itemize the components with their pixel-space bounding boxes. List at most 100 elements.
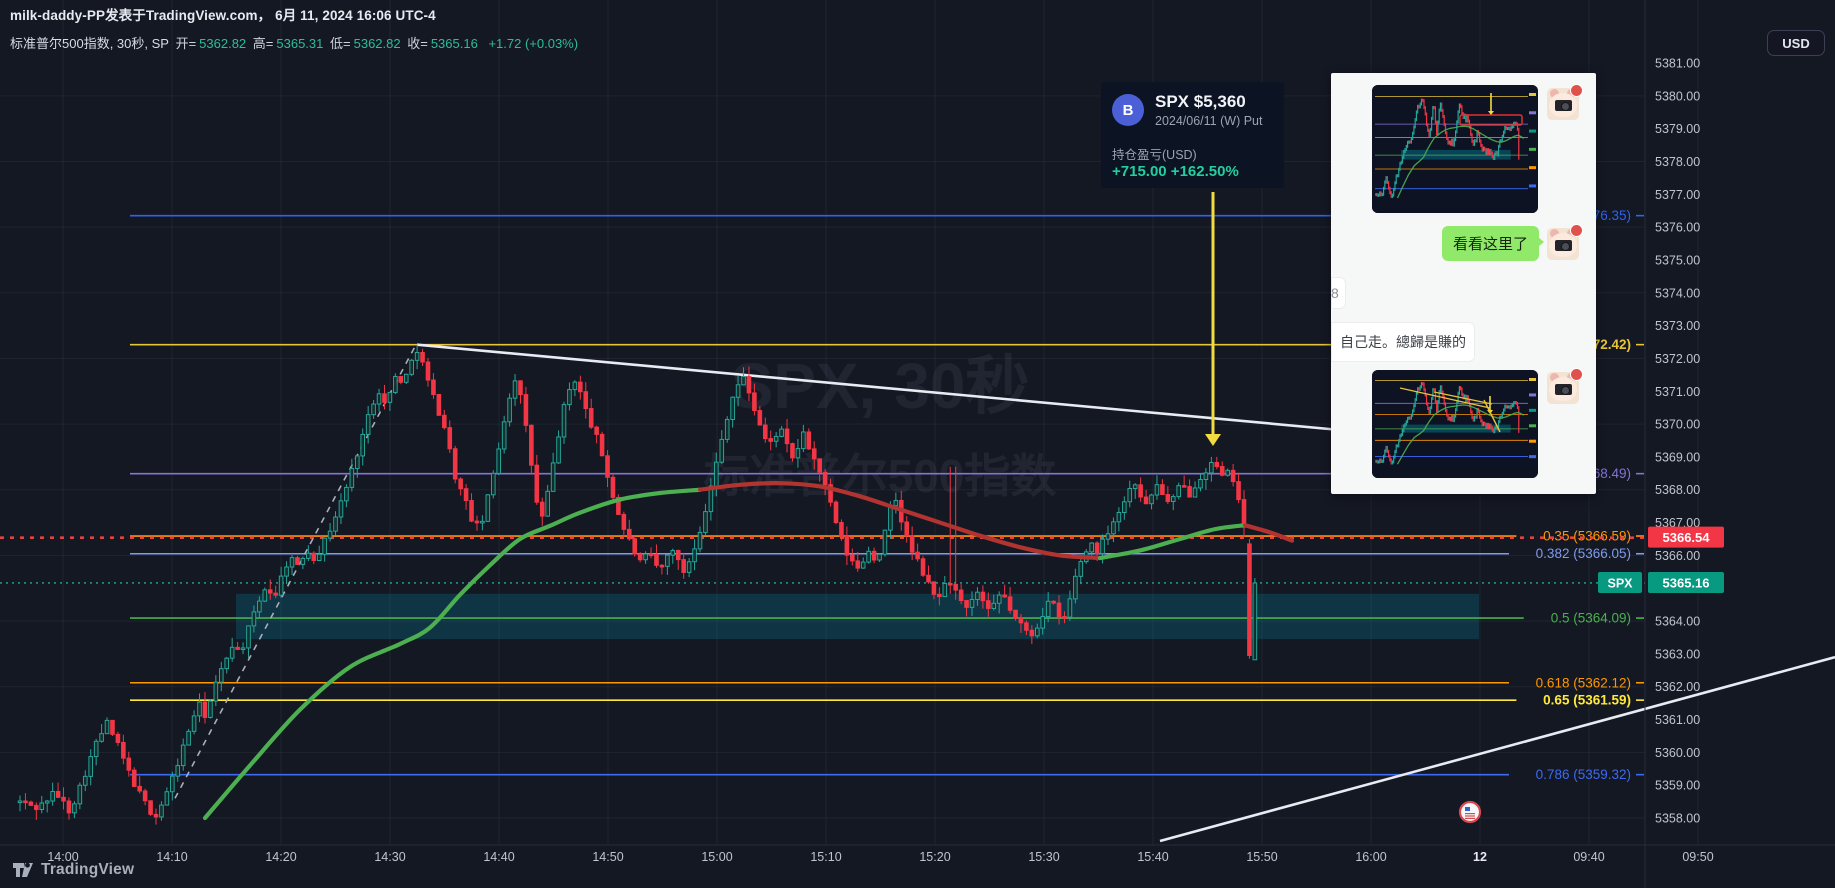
svg-text:5361.00: 5361.00 (1655, 713, 1700, 727)
svg-text:14:10: 14:10 (156, 850, 187, 864)
legend-open-value: 5362.82 (199, 36, 247, 51)
svg-text:SPX: SPX (1607, 576, 1633, 590)
svg-text:15:20: 15:20 (919, 850, 950, 864)
svg-text:14:50: 14:50 (592, 850, 623, 864)
svg-text:5381.00: 5381.00 (1655, 57, 1700, 71)
svg-text:5366.54: 5366.54 (1663, 530, 1711, 545)
svg-text:16:00: 16:00 (1355, 850, 1386, 864)
chat-chart-thumbnail-1[interactable] (1372, 85, 1538, 213)
svg-text:5364.00: 5364.00 (1655, 615, 1700, 629)
avatar[interactable] (1547, 84, 1583, 120)
tradingview-attribution[interactable]: TradingView (12, 860, 134, 880)
symbol-legend[interactable]: 标准普尔500指数, 30秒, SP 开= 5362.82 高= 5365.31 低… (10, 33, 581, 52)
price-axis[interactable]: 5381.00 5380.00 5379.00 5378.00 5377.00 5376.… (1655, 57, 1700, 826)
broker-badge: B (1112, 94, 1144, 126)
legend-close-label: 收= (407, 36, 428, 51)
svg-text:5366.00: 5366.00 (1655, 549, 1700, 563)
avatar[interactable] (1547, 224, 1583, 260)
svg-text:5375.00: 5375.00 (1655, 253, 1700, 267)
legend-high-value: 5365.31 (276, 36, 324, 51)
fib-label-0.5: 0.5 (5364.09) (1551, 611, 1631, 626)
camera-lens-icon (1561, 386, 1570, 395)
svg-text:5372.00: 5372.00 (1655, 352, 1700, 366)
spx-symbol-chip: SPX (1598, 571, 1642, 593)
chat-message-bubble[interactable]: 自己走。總歸是賺的 (1331, 322, 1475, 362)
time-axis[interactable]: 14:00 14:10 14:20 14:30 14:40 14:50 15:00 15:10… (47, 850, 1713, 864)
fib-label-0.618: 0.618 (5362.12) (1536, 675, 1631, 690)
white-uptrend-line[interactable] (1159, 655, 1835, 843)
chat-chart-thumbnail-2[interactable] (1372, 370, 1538, 478)
chat-overlay-panel: 看看这里了 8 自己走。總歸是賺的 (1331, 73, 1596, 494)
svg-text:标准普尔500指数: 标准普尔500指数 (704, 450, 1057, 502)
svg-text:5362.00: 5362.00 (1655, 680, 1700, 694)
avatar-badge (1570, 224, 1583, 237)
svg-text:SPX, 30秒: SPX, 30秒 (731, 350, 1030, 422)
tradingview-chart-window: SPX, 30秒标准普尔500指数-0.236 (5376.35)0 (5372… (0, 0, 1835, 888)
camera-lens-icon (1561, 242, 1570, 251)
fib-label-0.65: 0.65 (5361.59) (1543, 693, 1631, 708)
legend-close-value: 5365.16 (430, 36, 478, 51)
svg-text:15:00: 15:00 (701, 850, 732, 864)
dashed-uptrend-line[interactable] (174, 344, 417, 799)
legend-low-value: 5362.82 (353, 36, 401, 51)
svg-text:5371.00: 5371.00 (1655, 385, 1700, 399)
moving-average-line (202, 487, 703, 821)
svg-text:15:50: 15:50 (1246, 850, 1277, 864)
callout-title: SPX $5,360 (1155, 92, 1246, 111)
svg-text:5370.00: 5370.00 (1655, 418, 1700, 432)
svg-text:5359.00: 5359.00 (1655, 779, 1700, 793)
annotation-arrow-head (1205, 434, 1221, 446)
avatar[interactable] (1547, 368, 1583, 404)
thumbnail-chart-image (1372, 85, 1538, 213)
chat-message-bubble-clipped[interactable]: 8 (1331, 277, 1346, 309)
last-price-label: 5365.16 (1648, 571, 1724, 593)
fib-label-0.35: 0.35 (5366.59) (1543, 529, 1631, 544)
svg-text:14:20: 14:20 (265, 850, 296, 864)
svg-text:5379.00: 5379.00 (1655, 122, 1700, 136)
avatar-badge (1570, 84, 1583, 97)
legend-low-label: 低= (330, 36, 351, 51)
economic-event-flag-icon[interactable] (1458, 800, 1482, 824)
pnl-label: 持仓盈亏(USD) (1112, 148, 1197, 162)
tradingview-logo-icon (13, 862, 33, 877)
svg-text:5376.00: 5376.00 (1655, 221, 1700, 235)
prev-close-price-label: 5366.54 (1648, 526, 1724, 548)
svg-text:15:10: 15:10 (810, 850, 841, 864)
fib-label-0.382: 0.382 (5366.05) (1536, 546, 1631, 561)
svg-text:5360.00: 5360.00 (1655, 746, 1700, 760)
svg-text:14:30: 14:30 (374, 850, 405, 864)
svg-text:5374.00: 5374.00 (1655, 286, 1700, 300)
svg-text:5380.00: 5380.00 (1655, 89, 1700, 103)
svg-text:5377.00: 5377.00 (1655, 188, 1700, 202)
legend-symbol[interactable]: 标准普尔500指数, 30秒, SP (10, 36, 169, 51)
legend-open-label: 开= (175, 36, 197, 51)
chat-message-bubble[interactable]: 看看这里了 (1441, 226, 1545, 261)
thumbnail-chart-image (1372, 370, 1538, 478)
legend-change: +1.72 (+0.03%) (488, 36, 579, 51)
svg-text:15:40: 15:40 (1137, 850, 1168, 864)
svg-text:14:40: 14:40 (483, 850, 514, 864)
avatar-badge (1570, 368, 1583, 381)
currency-toggle-button[interactable]: USD (1767, 30, 1825, 56)
svg-text:5373.00: 5373.00 (1655, 319, 1700, 333)
tradingview-logo-text: TradingView (41, 861, 135, 878)
svg-text:12: 12 (1473, 850, 1487, 864)
svg-text:5378.00: 5378.00 (1655, 155, 1700, 169)
chart-header: milk-daddy-PP发表于TradingView.com， 6月 11, … (10, 4, 581, 52)
svg-text:15:30: 15:30 (1028, 850, 1059, 864)
pnl-value: +715.00 +162.50% (1112, 163, 1239, 180)
published-by-line: milk-daddy-PP发表于TradingView.com， 6月 11, … (10, 8, 436, 23)
svg-text:09:50: 09:50 (1682, 850, 1713, 864)
svg-text:5363.00: 5363.00 (1655, 647, 1700, 661)
watermark: SPX, 30秒标准普尔500指数 (704, 350, 1057, 502)
svg-text:09:40: 09:40 (1573, 850, 1604, 864)
legend-high-label: 高= (252, 36, 274, 51)
camera-lens-icon (1561, 102, 1570, 111)
position-note-callout[interactable]: B SPX $5,360 2024/06/11 (W) Put 持仓盈亏(USD… (1101, 82, 1284, 188)
svg-text:5368.00: 5368.00 (1655, 483, 1700, 497)
svg-text:5365.16: 5365.16 (1663, 575, 1710, 590)
svg-text:5358.00: 5358.00 (1655, 811, 1700, 825)
fib-label-0.786: 0.786 (5359.32) (1536, 767, 1631, 782)
svg-text:5369.00: 5369.00 (1655, 450, 1700, 464)
callout-subtitle: 2024/06/11 (W) Put (1155, 114, 1263, 128)
